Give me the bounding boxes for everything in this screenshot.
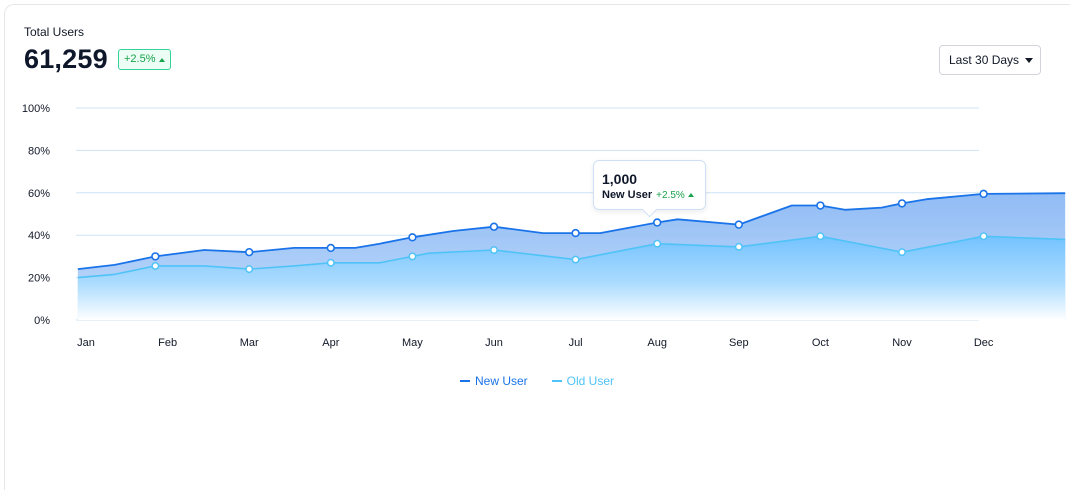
chart-legend: New User Old User [0,374,1074,388]
area-layer [77,193,1066,320]
y-tick-label: 100% [22,103,50,115]
legend-item-old-user[interactable]: Old User [551,374,615,388]
y-tick-label: 40% [28,230,50,242]
y-axis-ticks: 100% 80% 60% 40% 20% 0% [22,103,50,327]
point-new-user [571,228,580,238]
point-new-user [734,220,743,229]
y-tick-label: 20% [28,273,50,285]
point-new-user [326,243,335,253]
point-new-user [408,233,417,242]
legend-item-new-user[interactable]: New User [459,374,528,388]
trend-up-icon [687,193,694,197]
x-tick-label: May [402,337,423,349]
tooltip-row: New User +2.5% [602,189,694,201]
data-tooltip: 1,000 New User +2.5% [593,160,706,210]
x-tick-label: Nov [892,337,912,349]
y-tick-label: 0% [34,315,50,327]
point-old-user [571,255,580,264]
area-chart: 100% 80% 60% 40% 20% 0% Jan Feb Mar Apr May Jun Jul… [22,103,1066,349]
x-tick-label: Mar [240,337,259,349]
tooltip-series: New User [602,189,653,201]
point-old-user [653,239,662,248]
point-new-user [489,222,499,231]
x-tick-label: Oct [812,337,829,349]
x-tick-label: Jul [569,337,583,349]
point-new-user [652,218,662,227]
point-new-user [245,247,254,257]
y-tick-label: 80% [28,145,50,157]
point-old-user [816,232,825,241]
point-new-user [151,252,160,261]
legend-label-new-user: New User [474,374,528,388]
x-axis-ticks: Jan Feb Mar Apr May Jun Jul Aug Sep Oct Nov Dec [77,337,994,349]
tooltip-change-text: +2.5% [656,189,685,201]
point-old-user [245,265,254,274]
legend-swatch-old-user [551,380,562,382]
point-old-user [898,248,906,257]
x-tick-label: Aug [647,337,667,349]
point-old-user [326,258,335,267]
point-old-user [408,252,417,261]
point-new-user [979,189,988,199]
point-new-user [816,201,825,210]
x-tick-label: Apr [322,337,339,349]
point-old-user [151,261,160,270]
x-tick-label: Jun [485,337,503,349]
x-tick-label: Dec [974,337,994,349]
point-old-user [490,246,498,254]
tooltip-value: 1,000 [602,171,638,187]
tooltip-change: +2.5% [656,190,694,201]
x-tick-label: Sep [729,337,749,349]
legend-label-old-user: Old User [566,374,615,388]
point-old-user [734,242,743,251]
y-tick-label: 60% [28,188,50,200]
x-tick-label: Feb [158,337,177,349]
point-new-user [897,199,907,208]
legend-swatch-new-user [459,380,470,382]
point-old-user [979,232,988,241]
x-tick-label: Jan [77,337,95,349]
